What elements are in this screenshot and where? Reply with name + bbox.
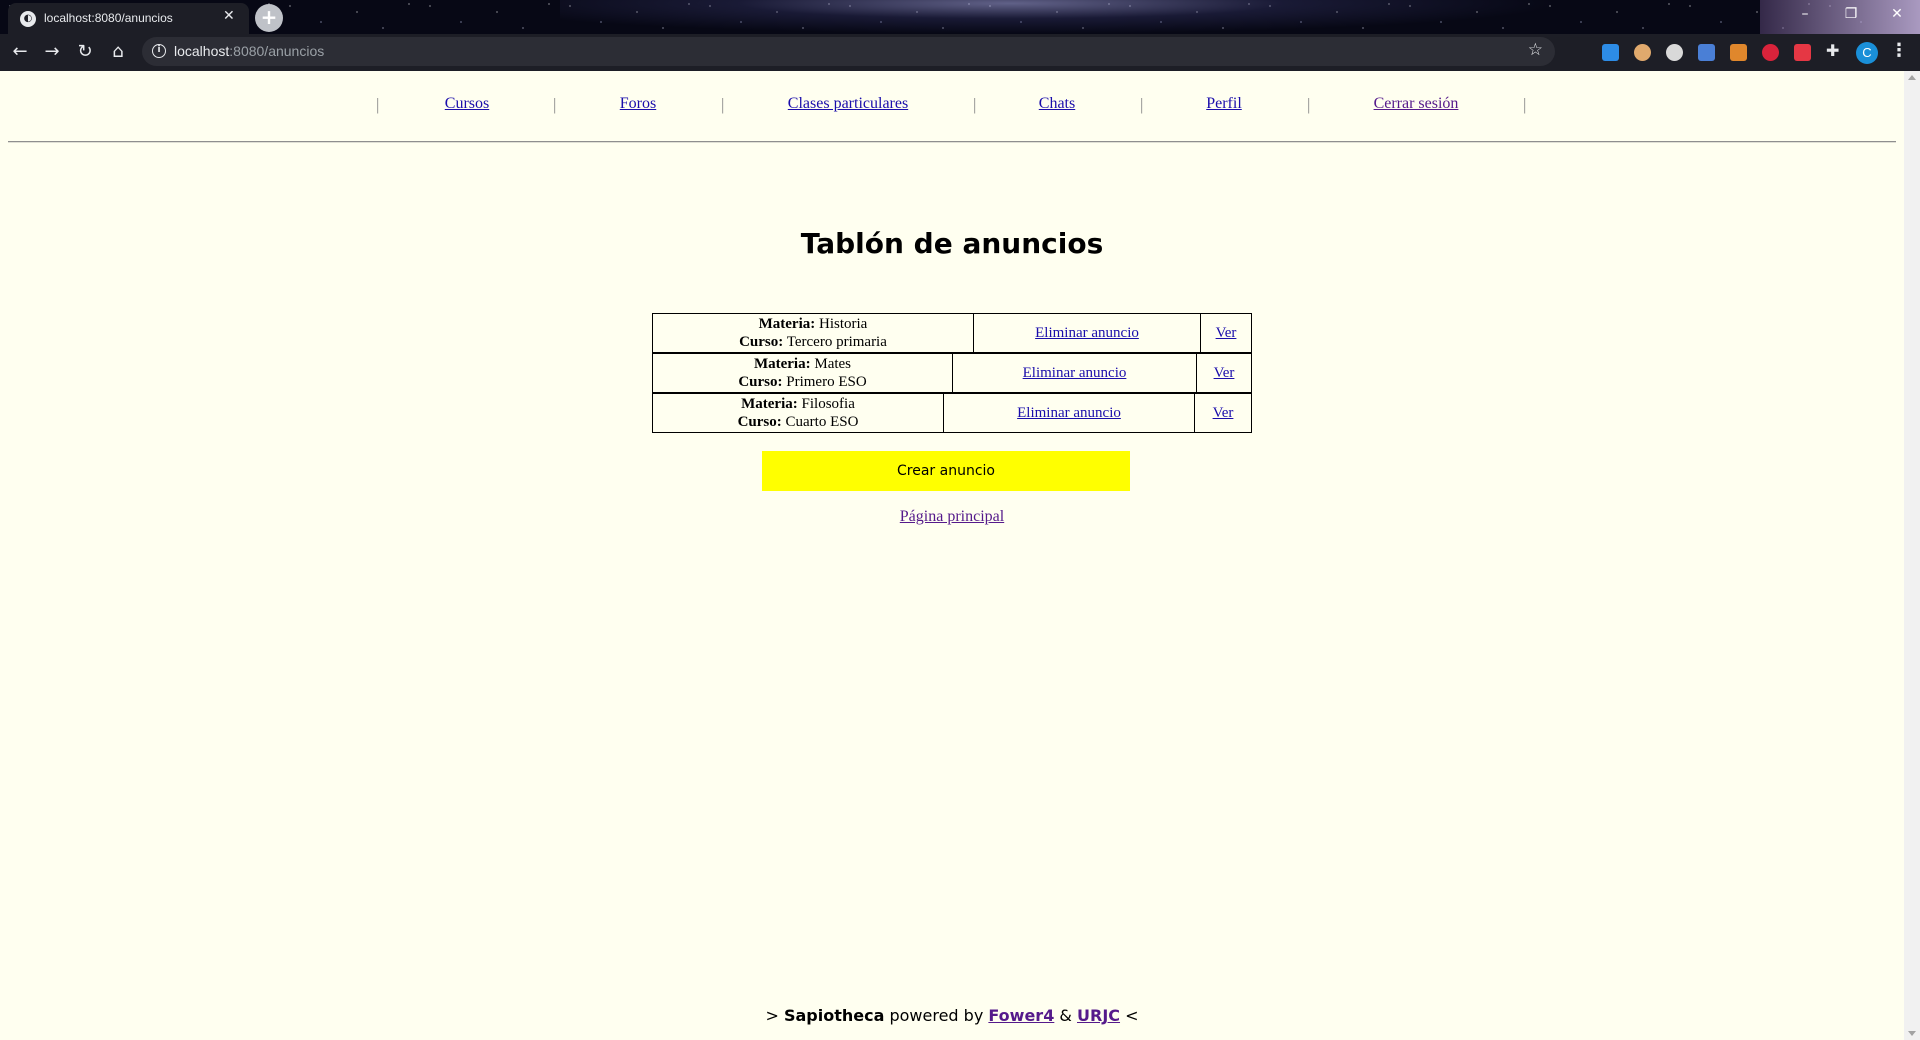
ad-curso: Cuarto ESO bbox=[785, 414, 859, 430]
menu-separator: | bbox=[376, 95, 380, 114]
minimize-icon[interactable]: – bbox=[1782, 0, 1828, 30]
nav-foros[interactable]: Foros bbox=[620, 95, 656, 113]
footer-amp: & bbox=[1059, 1006, 1072, 1025]
puzzle-icon[interactable]: ✚ bbox=[1826, 41, 1843, 60]
ad-delete-cell: Eliminar anuncio bbox=[973, 314, 1200, 352]
ad-row: Materia: Filosofia Curso: Cuarto ESO Eli… bbox=[652, 393, 1252, 433]
menu-separator: | bbox=[721, 95, 725, 114]
footer: > Sapiotheca powered by Fower4 & URJC < bbox=[0, 1006, 1904, 1025]
globe-icon: ◐ bbox=[20, 11, 36, 27]
translate-extension-icon[interactable] bbox=[1698, 44, 1715, 61]
url-host: localhost bbox=[174, 43, 230, 59]
create-ad-button[interactable]: Crear anuncio bbox=[762, 451, 1130, 491]
back-icon[interactable]: ← bbox=[8, 40, 32, 64]
url-path: :8080/anuncios bbox=[229, 43, 325, 59]
delete-ad-link[interactable]: Eliminar anuncio bbox=[1023, 364, 1127, 382]
menu-dots-icon[interactable]: ⋮ bbox=[1890, 40, 1908, 61]
nav-cerrar-sesion[interactable]: Cerrar sesión bbox=[1374, 95, 1459, 113]
footer-link-urjc[interactable]: URJC bbox=[1077, 1006, 1120, 1025]
view-ad-link[interactable]: Ver bbox=[1213, 404, 1234, 422]
bookmark-star-icon[interactable]: ☆ bbox=[1528, 40, 1543, 60]
menu-separator: | bbox=[553, 95, 557, 114]
ad-materia: Mates bbox=[814, 356, 852, 372]
ad-info-cell: Materia: Filosofia Curso: Cuarto ESO bbox=[653, 394, 943, 432]
menu-separator: | bbox=[1307, 95, 1311, 114]
browser-chrome: ◐ localhost:8080/anuncios ✕ + – ❐ ✕ ← → … bbox=[0, 0, 1920, 71]
materia-label: Materia: bbox=[758, 316, 816, 332]
curso-label: Curso: bbox=[739, 334, 784, 350]
bulb-extension-icon[interactable] bbox=[1666, 44, 1683, 61]
cookie-extension-icon[interactable] bbox=[1634, 44, 1651, 61]
ad-info-cell: Materia: Historia Curso: Tercero primari… bbox=[653, 314, 973, 352]
materia-label: Materia: bbox=[753, 356, 811, 372]
chart-extension-icon[interactable] bbox=[1730, 44, 1747, 61]
curso-label: Curso: bbox=[738, 374, 783, 390]
close-icon[interactable]: ✕ bbox=[223, 8, 235, 24]
menu-separator: | bbox=[1140, 95, 1144, 114]
footer-link-fower4[interactable]: Fower4 bbox=[988, 1006, 1054, 1025]
page-scrollbar[interactable] bbox=[1904, 71, 1920, 1040]
scroll-down-icon[interactable] bbox=[1908, 1031, 1916, 1036]
footer-prefix: > bbox=[765, 1006, 779, 1025]
nav-chats[interactable]: Chats bbox=[1039, 95, 1075, 113]
nav-clases-particulares[interactable]: Clases particulares bbox=[788, 95, 908, 113]
footer-brand: Sapiotheca bbox=[783, 1006, 885, 1025]
grid-extension-icon[interactable] bbox=[1794, 44, 1811, 61]
delete-ad-link[interactable]: Eliminar anuncio bbox=[1017, 404, 1121, 422]
ad-materia: Filosofia bbox=[801, 396, 855, 412]
scroll-up-icon[interactable] bbox=[1908, 75, 1916, 80]
ad-view-cell: Ver bbox=[1194, 394, 1251, 432]
new-tab-button[interactable]: + bbox=[255, 4, 283, 32]
restore-icon[interactable]: ❐ bbox=[1828, 0, 1874, 30]
forward-icon[interactable]: → bbox=[40, 40, 64, 64]
ad-delete-cell: Eliminar anuncio bbox=[943, 394, 1194, 432]
ad-info-cell: Materia: Mates Curso: Primero ESO bbox=[653, 354, 952, 392]
nav-cursos[interactable]: Cursos bbox=[445, 95, 489, 113]
view-ad-link[interactable]: Ver bbox=[1216, 324, 1237, 342]
menu-separator: | bbox=[1523, 95, 1527, 114]
curso-label: Curso: bbox=[737, 414, 782, 430]
divider bbox=[8, 141, 1896, 143]
footer-suffix: < bbox=[1125, 1006, 1139, 1025]
info-icon[interactable]: i bbox=[152, 44, 166, 58]
home-link[interactable]: Página principal bbox=[900, 508, 1004, 525]
ad-delete-cell: Eliminar anuncio bbox=[952, 354, 1196, 392]
download-extension-icon[interactable] bbox=[1602, 44, 1619, 61]
view-ad-link[interactable]: Ver bbox=[1214, 364, 1235, 382]
ad-curso: Primero ESO bbox=[786, 374, 867, 390]
page-content: | Cursos | Foros | Clases particulares |… bbox=[0, 71, 1904, 1040]
ad-row: Materia: Mates Curso: Primero ESO Elimin… bbox=[652, 353, 1252, 393]
footer-powered: powered by bbox=[889, 1006, 984, 1025]
profile-avatar[interactable]: C bbox=[1856, 42, 1878, 64]
page-title: Tablón de anuncios bbox=[800, 227, 1104, 260]
ad-view-cell: Ver bbox=[1196, 354, 1251, 392]
browser-tab[interactable]: ◐ localhost:8080/anuncios ✕ bbox=[8, 3, 249, 34]
url-text: localhost:8080/anuncios bbox=[174, 43, 324, 59]
top-menu: | Cursos | Foros | Clases particulares |… bbox=[0, 95, 1904, 123]
ad-materia: Historia bbox=[819, 316, 868, 332]
window-close-icon[interactable]: ✕ bbox=[1874, 0, 1920, 30]
materia-label: Materia: bbox=[741, 396, 798, 412]
mega-extension-icon[interactable] bbox=[1762, 44, 1779, 61]
home-icon[interactable]: ⌂ bbox=[106, 40, 130, 64]
ad-curso: Tercero primaria bbox=[786, 334, 887, 350]
ad-view-cell: Ver bbox=[1200, 314, 1251, 352]
nav-perfil[interactable]: Perfil bbox=[1206, 95, 1242, 113]
home-link-wrapper: Página principal bbox=[0, 508, 1904, 526]
browser-toolbar: ← → ↻ ⌂ i localhost:8080/anuncios ☆ ✚ C … bbox=[0, 34, 1920, 71]
address-bar[interactable]: i localhost:8080/anuncios ☆ bbox=[142, 37, 1555, 66]
ad-row: Materia: Historia Curso: Tercero primari… bbox=[652, 313, 1252, 353]
tabstrip-nebula bbox=[560, 0, 1560, 34]
delete-ad-link[interactable]: Eliminar anuncio bbox=[1035, 324, 1139, 342]
menu-separator: | bbox=[973, 95, 977, 114]
tab-title: localhost:8080/anuncios bbox=[44, 11, 173, 25]
reload-icon[interactable]: ↻ bbox=[73, 40, 97, 64]
